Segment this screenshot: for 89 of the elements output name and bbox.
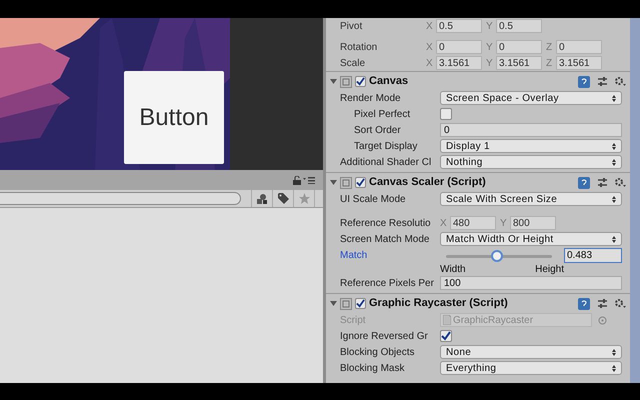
checkbox[interactable] bbox=[355, 76, 366, 87]
component-icon bbox=[340, 298, 352, 310]
sliders-icon[interactable] bbox=[597, 177, 608, 188]
number-field[interactable]: 0.483 bbox=[564, 248, 622, 263]
axis-label: Y bbox=[486, 56, 494, 70]
updown-icon bbox=[612, 348, 616, 356]
settings-icon[interactable] bbox=[614, 177, 626, 188]
foldout-arrow-icon[interactable] bbox=[330, 78, 337, 85]
sliders-icon[interactable] bbox=[597, 298, 608, 309]
field-label: Script bbox=[339, 314, 367, 328]
dropdown[interactable]: Nothing bbox=[440, 155, 622, 169]
dropdown[interactable]: Scale With Screen Size bbox=[440, 192, 622, 206]
help-icon[interactable] bbox=[578, 298, 590, 310]
field-label: Blocking Mask bbox=[339, 362, 406, 376]
component-title: Canvas Scaler (Script) bbox=[369, 175, 487, 190]
field-label: Screen Match Mode bbox=[339, 232, 430, 246]
foldout-arrow-icon[interactable] bbox=[330, 179, 337, 186]
updown-icon bbox=[612, 158, 616, 166]
checkbox[interactable] bbox=[440, 330, 452, 342]
updown-icon bbox=[612, 364, 616, 372]
field-label: Scale bbox=[340, 56, 366, 70]
dropdown[interactable]: Display 1 bbox=[440, 139, 622, 153]
field-label: Target Display bbox=[353, 140, 418, 154]
slider-max-label: Height bbox=[535, 264, 564, 276]
star-icon[interactable] bbox=[298, 193, 310, 204]
field-label: Sort Order bbox=[353, 124, 402, 138]
updown-icon bbox=[612, 196, 616, 202]
menu-icon[interactable] bbox=[303, 176, 315, 184]
axis-label: X bbox=[440, 216, 448, 230]
axis-label: Y bbox=[500, 216, 508, 230]
number-field[interactable]: 0 bbox=[436, 40, 482, 54]
axis-label: Z bbox=[546, 40, 554, 54]
dropdown[interactable]: Match Width Or Height bbox=[440, 232, 622, 246]
text-field[interactable]: 0 bbox=[440, 123, 622, 137]
tag-icon[interactable] bbox=[278, 193, 288, 204]
number-field[interactable]: 0 bbox=[496, 40, 542, 54]
number-field[interactable]: 3.1561 bbox=[496, 56, 542, 70]
field-label: Match bbox=[339, 249, 368, 263]
number-field[interactable]: 0.5 bbox=[496, 19, 542, 33]
component-title: Graphic Raycaster (Script) bbox=[369, 296, 509, 312]
field-label: Pivot bbox=[340, 20, 364, 34]
axis-label: X bbox=[426, 20, 434, 34]
lock-icon[interactable] bbox=[293, 176, 301, 184]
component-icon bbox=[340, 176, 352, 188]
updown-icon bbox=[612, 142, 616, 150]
scrollbar[interactable] bbox=[630, 18, 640, 383]
number-field[interactable]: 800 bbox=[510, 216, 556, 230]
field-label: Additional Shader Cl bbox=[339, 156, 432, 170]
number-field[interactable]: 480 bbox=[450, 216, 496, 230]
field-label: UI Scale Mode bbox=[339, 192, 407, 206]
settings-icon[interactable] bbox=[614, 298, 626, 309]
sliders-icon[interactable] bbox=[597, 76, 608, 87]
help-icon[interactable] bbox=[578, 76, 590, 88]
script-icon bbox=[443, 315, 451, 325]
updown-icon bbox=[612, 94, 616, 102]
number-field[interactable]: 3.1561 bbox=[556, 56, 602, 70]
help-icon[interactable] bbox=[578, 176, 590, 188]
settings-icon[interactable] bbox=[614, 76, 626, 87]
axis-label: X bbox=[426, 40, 434, 54]
ui-button[interactable]: Button bbox=[124, 71, 224, 164]
field-label: Render Mode bbox=[339, 92, 402, 106]
slider-min-label: Width bbox=[440, 264, 466, 276]
field-label: Rotation bbox=[340, 40, 378, 54]
dropdown[interactable]: None bbox=[440, 345, 622, 359]
field-label: Blocking Objects bbox=[339, 346, 416, 360]
number-field[interactable]: 0 bbox=[556, 40, 602, 54]
field-label: Pixel Perfect bbox=[353, 108, 412, 122]
field-label: Ignore Reversed Gr bbox=[339, 330, 429, 344]
component-title: Canvas bbox=[369, 74, 410, 90]
axis-label: Y bbox=[486, 20, 494, 34]
checkbox[interactable] bbox=[355, 177, 366, 188]
axis-label: Y bbox=[486, 40, 494, 54]
axis-label: X bbox=[426, 56, 434, 70]
foldout-arrow-icon[interactable] bbox=[330, 300, 337, 307]
dropdown[interactable]: Everything bbox=[440, 361, 622, 375]
checkbox[interactable] bbox=[440, 108, 452, 120]
number-field[interactable]: 0.5 bbox=[436, 19, 482, 33]
checkbox[interactable] bbox=[355, 298, 366, 309]
field-label: Reference Pixels Per bbox=[339, 276, 435, 290]
dropdown[interactable]: Screen Space - Overlay bbox=[440, 91, 622, 105]
search-field[interactable] bbox=[0, 192, 241, 205]
axis-label: Z bbox=[546, 56, 554, 70]
field-label: Reference Resolutio bbox=[339, 216, 432, 230]
slider-thumb[interactable] bbox=[491, 250, 504, 262]
updown-icon bbox=[612, 236, 616, 242]
text-field[interactable]: 100 bbox=[440, 276, 622, 290]
number-field[interactable]: 3.1561 bbox=[436, 56, 482, 70]
shapes-icon[interactable] bbox=[256, 194, 268, 204]
component-icon bbox=[340, 76, 352, 88]
